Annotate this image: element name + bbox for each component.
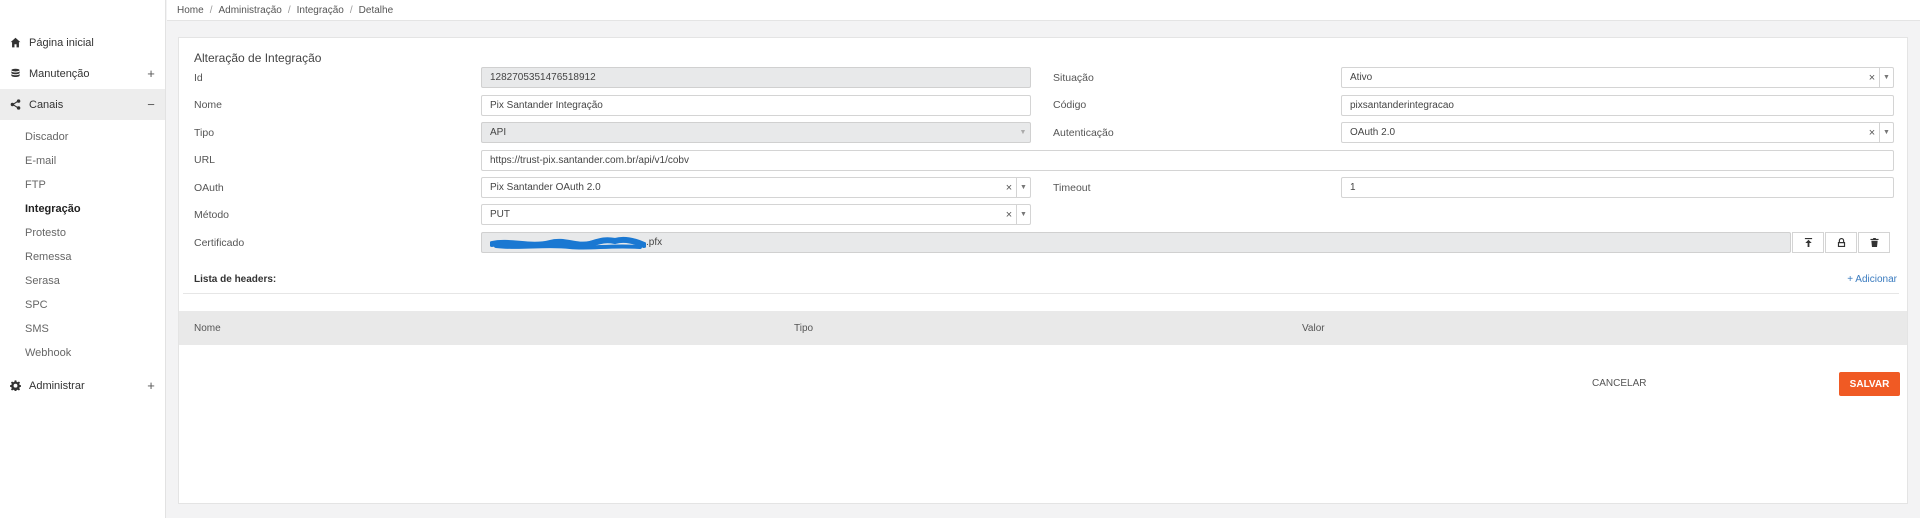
url-label: URL <box>194 154 216 166</box>
autenticacao-label: Autenticação <box>1053 127 1114 139</box>
add-header-link[interactable]: + Adicionar <box>1847 274 1897 285</box>
autenticacao-select[interactable]: OAuth 2.0 × ▼ <box>1341 122 1894 143</box>
save-button[interactable]: SALVAR <box>1839 372 1900 396</box>
expand-icon[interactable]: + <box>145 378 157 393</box>
chevron-down-icon[interactable]: ▼ <box>1016 178 1030 197</box>
submenu-item-integracao[interactable]: Integração <box>0 197 165 221</box>
breadcrumb-separator: / <box>349 4 353 16</box>
situacao-select[interactable]: Ativo × ▼ <box>1341 67 1894 88</box>
lock-certificate-button[interactable] <box>1825 232 1857 253</box>
chevron-down-icon[interactable]: ▼ <box>1879 123 1893 142</box>
clear-icon[interactable]: × <box>1002 209 1016 221</box>
tipo-value: API <box>490 127 507 138</box>
oauth-select[interactable]: Pix Santander OAuth 2.0 × ▼ <box>481 177 1031 198</box>
tipo-select: API ▼ <box>481 122 1031 143</box>
headers-list-title: Lista de headers: <box>194 274 277 285</box>
url-value: https://trust-pix.santander.com.br/api/v… <box>490 155 689 166</box>
clear-icon[interactable]: × <box>1865 127 1879 139</box>
sidebar-item-label: Página inicial <box>29 36 94 49</box>
sidebar-item-label: Administrar <box>29 379 85 392</box>
submenu-item-sms[interactable]: SMS <box>0 317 165 341</box>
situacao-value: Ativo <box>1350 72 1373 83</box>
breadcrumb-integracao[interactable]: Integração <box>297 5 344 16</box>
column-header-valor: Valor <box>1302 323 1325 334</box>
url-input[interactable]: https://trust-pix.santander.com.br/api/v… <box>481 150 1894 171</box>
database-icon <box>9 68 21 80</box>
nome-input[interactable]: Pix Santander Integração <box>481 95 1031 116</box>
timeout-value: 1 <box>1350 182 1356 193</box>
download-icon <box>1804 238 1812 247</box>
divider <box>183 293 1899 294</box>
submenu-item-ftp[interactable]: FTP <box>0 173 165 197</box>
breadcrumb-separator: / <box>209 4 213 16</box>
codigo-label: Código <box>1053 99 1087 111</box>
clear-icon[interactable]: × <box>1002 182 1016 194</box>
metodo-select[interactable]: PUT × ▼ <box>481 204 1031 225</box>
breadcrumb-detalhe: Detalhe <box>358 4 394 16</box>
headers-table-header: Nome Tipo Valor <box>179 311 1907 345</box>
breadcrumb-administracao[interactable]: Administração <box>218 5 281 16</box>
submenu-item-protesto[interactable]: Protesto <box>0 221 165 245</box>
delete-certificate-button[interactable] <box>1858 232 1890 253</box>
metodo-label: Método <box>194 209 230 221</box>
sidebar: Página inicial Manutenção + Canais − Dis… <box>0 0 166 518</box>
tipo-label: Tipo <box>194 127 215 139</box>
collapse-icon[interactable]: − <box>145 97 157 112</box>
home-icon <box>9 37 21 49</box>
id-label: Id <box>194 72 203 84</box>
id-value: 1282705351476518912 <box>490 72 596 83</box>
oauth-label: OAuth <box>194 182 224 194</box>
sidebar-item-administrar[interactable]: Administrar + <box>0 370 165 401</box>
submenu-item-email[interactable]: E-mail <box>0 149 165 173</box>
expand-icon[interactable]: + <box>145 66 157 81</box>
chevron-down-icon: ▼ <box>1019 129 1027 136</box>
oauth-value: Pix Santander OAuth 2.0 <box>490 182 601 193</box>
submenu-item-spc[interactable]: SPC <box>0 293 165 317</box>
codigo-input[interactable]: pixsantanderintegracao <box>1341 95 1894 116</box>
situacao-label: Situação <box>1053 72 1094 84</box>
submenu-item-discador[interactable]: Discador <box>0 125 165 149</box>
integration-form-card: Alteração de Integração Id 1282705351476… <box>178 37 1908 504</box>
sidebar-item-home[interactable]: Página inicial <box>0 27 165 58</box>
canais-submenu: Discador E-mail FTP Integração Protesto … <box>0 120 165 370</box>
submenu-item-serasa[interactable]: Serasa <box>0 269 165 293</box>
chevron-down-icon[interactable]: ▼ <box>1879 68 1893 87</box>
autenticacao-value: OAuth 2.0 <box>1350 127 1396 138</box>
breadcrumb-home[interactable]: Home <box>177 5 204 16</box>
certificado-label: Certificado <box>194 237 245 249</box>
id-field: 1282705351476518912 <box>481 67 1031 88</box>
submenu-item-remessa[interactable]: Remessa <box>0 245 165 269</box>
gear-icon <box>9 380 21 392</box>
certificado-field: .pfx <box>481 232 1791 253</box>
breadcrumb-separator: / <box>287 4 291 16</box>
sidebar-item-label: Manutenção <box>29 67 90 80</box>
sidebar-item-label: Canais <box>29 98 64 111</box>
chevron-down-icon[interactable]: ▼ <box>1016 205 1030 224</box>
share-icon <box>9 99 21 111</box>
timeout-input[interactable]: 1 <box>1341 177 1894 198</box>
page-title: Alteração de Integração <box>194 51 322 65</box>
cancel-button[interactable]: CANCELAR <box>1592 372 1646 396</box>
certificado-value: .pfx <box>646 237 663 248</box>
redaction-scribble <box>490 236 646 250</box>
sidebar-item-canais[interactable]: Canais − <box>0 89 165 120</box>
nome-value: Pix Santander Integração <box>490 100 603 111</box>
download-certificate-button[interactable] <box>1792 232 1824 253</box>
timeout-label: Timeout <box>1053 182 1091 194</box>
sidebar-item-manutencao[interactable]: Manutenção + <box>0 58 165 89</box>
column-header-tipo: Tipo <box>794 323 814 334</box>
clear-icon[interactable]: × <box>1865 72 1879 84</box>
breadcrumb: Home / Administração / Integração / Deta… <box>167 0 1920 21</box>
lock-icon <box>1837 238 1845 247</box>
codigo-value: pixsantanderintegracao <box>1350 100 1454 111</box>
column-header-nome: Nome <box>194 323 221 334</box>
submenu-item-webhook[interactable]: Webhook <box>0 341 165 365</box>
trash-icon <box>1869 238 1879 247</box>
nome-label: Nome <box>194 99 223 111</box>
metodo-value: PUT <box>490 209 510 220</box>
